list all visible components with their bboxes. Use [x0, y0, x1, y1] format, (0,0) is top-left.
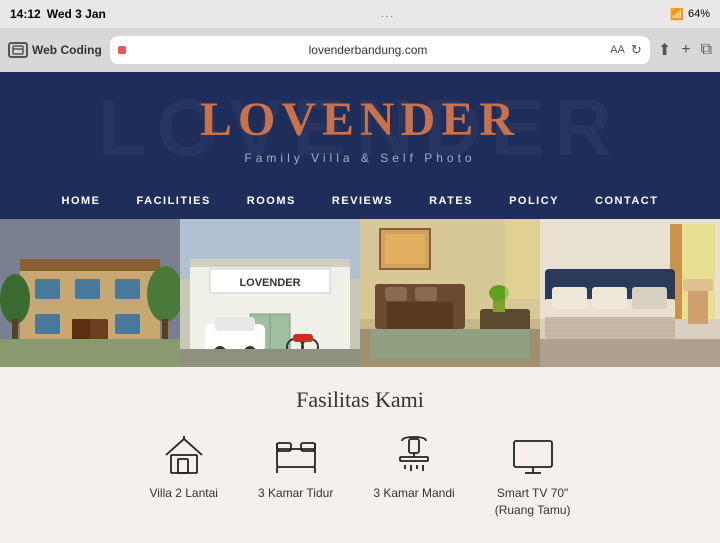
aa-label[interactable]: AA — [610, 44, 625, 56]
hero-subtitle: Family Villa & Self Photo — [0, 151, 720, 165]
facility-bed: 3 Kamar Tidur — [258, 433, 333, 519]
tv-icon — [507, 433, 559, 477]
browser-actions: ⬆ + ⧉ — [658, 40, 712, 60]
photo-living — [360, 219, 540, 367]
facility-label-bed: 3 Kamar Tidur — [258, 485, 333, 502]
tab-label[interactable]: Web Coding — [32, 43, 102, 57]
facility-label-house: Villa 2 Lantai — [149, 485, 218, 502]
facilities-grid: Villa 2 Lantai 3 Kamar Tidur — [40, 433, 680, 519]
url-controls: AA ↻ — [610, 42, 642, 58]
hero-title: LOVENDER — [0, 92, 720, 147]
nav-contact[interactable]: CONTACT — [577, 183, 676, 219]
nav-rates[interactable]: RATES — [411, 183, 491, 219]
website-content: LOVENDER LOVENDER Family Villa & Self Ph… — [0, 72, 720, 543]
svg-text:LOVENDER: LOVENDER — [239, 277, 300, 289]
photo-strip: LOVENDER — [0, 219, 720, 367]
add-tab-icon[interactable]: + — [681, 41, 690, 59]
tabs-icon[interactable]: ⧉ — [701, 41, 712, 59]
nav-facilities[interactable]: FACILITIES — [119, 183, 229, 219]
facilities-title: Fasilitas Kami — [40, 387, 680, 413]
facility-label-shower: 3 Kamar Mandi — [373, 485, 454, 502]
reload-icon[interactable]: ↻ — [631, 42, 642, 58]
browser-chrome: Web Coding lovenderbandung.com AA ↻ ⬆ + … — [0, 28, 720, 72]
url-favicon — [118, 46, 126, 54]
house-icon — [158, 433, 210, 477]
nav-bar: HOME FACILITIES ROOMS REVIEWS RATES POLI… — [0, 183, 720, 219]
status-bar: 14:12 Wed 3 Jan ... 📶 64% — [0, 0, 720, 28]
url-text: lovenderbandung.com — [132, 43, 604, 57]
url-bar[interactable]: lovenderbandung.com AA ↻ — [110, 36, 650, 64]
wifi-icon: 📶 — [670, 8, 684, 21]
facility-house: Villa 2 Lantai — [149, 433, 218, 519]
facilities-section: Fasilitas Kami Villa 2 Lantai — [0, 367, 720, 543]
status-time: 14:12 — [10, 7, 41, 21]
share-icon[interactable]: ⬆ — [658, 40, 671, 60]
shower-icon — [388, 433, 440, 477]
status-day: Wed 3 Jan — [47, 7, 106, 21]
tab-icon — [8, 42, 28, 58]
nav-rooms[interactable]: ROOMS — [229, 183, 314, 219]
hero-header: LOVENDER LOVENDER Family Villa & Self Ph… — [0, 72, 720, 183]
nav-policy[interactable]: POLICY — [491, 183, 577, 219]
battery-percent: 64% — [688, 8, 710, 20]
bed-icon — [270, 433, 322, 477]
nav-reviews[interactable]: REVIEWS — [314, 183, 411, 219]
facility-shower: 3 Kamar Mandi — [373, 433, 454, 519]
photo-sign: LOVENDER — [180, 219, 360, 367]
facility-label-tv: Smart TV 70" (Ruang Tamu) — [495, 485, 571, 519]
tab-area: Web Coding — [8, 42, 102, 58]
photo-exterior — [0, 219, 180, 367]
nav-home[interactable]: HOME — [44, 183, 119, 219]
photo-bedroom — [540, 219, 720, 367]
facility-tv: Smart TV 70" (Ruang Tamu) — [495, 433, 571, 519]
status-dots: ... — [381, 9, 395, 20]
